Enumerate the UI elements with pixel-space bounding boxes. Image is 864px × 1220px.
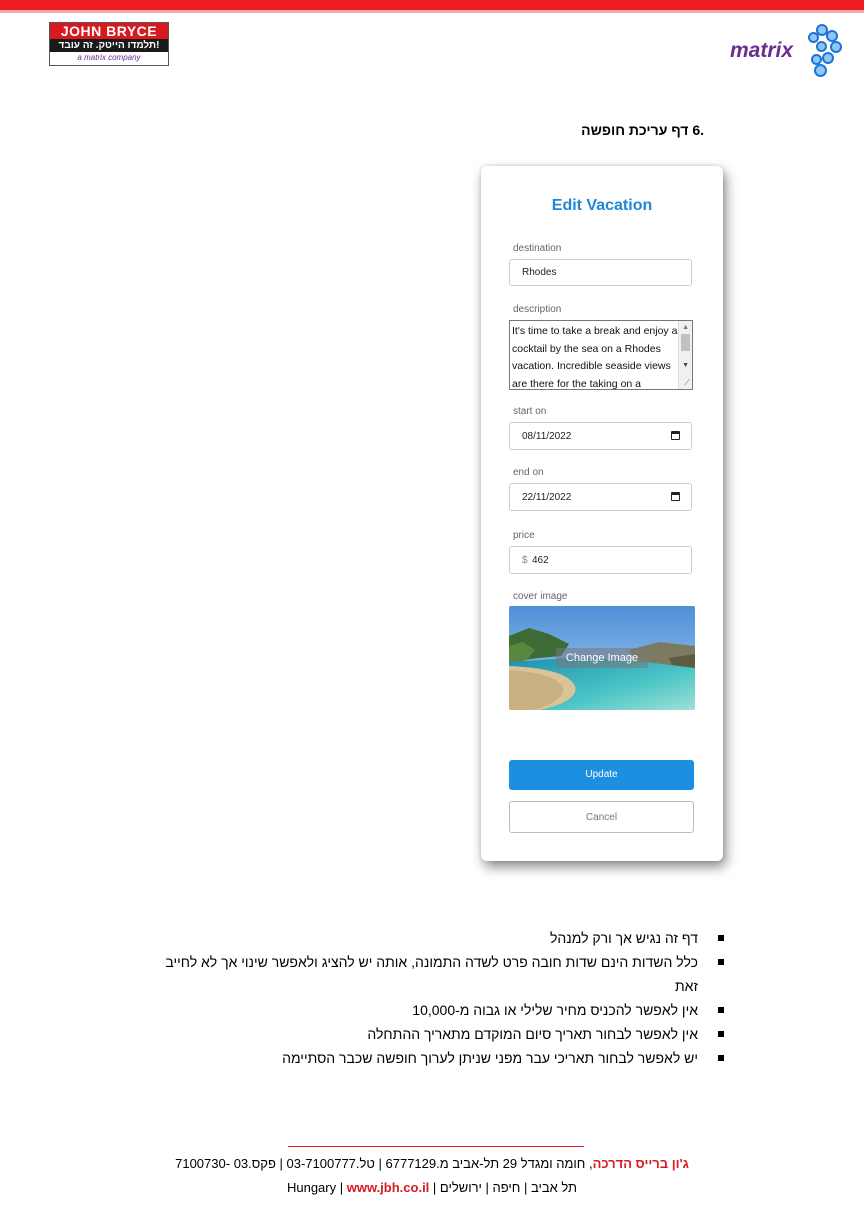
destination-input[interactable]: Rhodes [509,259,692,286]
footer-company: ג'ון ברייס הדרכה [592,1156,689,1171]
end-on-input[interactable]: 22/11/2022 [509,483,692,511]
scroll-up-icon[interactable]: ▲ [682,324,689,331]
list-item-text: אין לאפשר לבחור תאריך סיום המוקדם מתאריך… [367,1026,698,1042]
destination-label: destination [513,243,562,254]
resize-grip-icon[interactable]: ⟋ [684,378,690,388]
bullet-square-icon [718,959,724,965]
section-heading: .6 דף עריכת חופשה [581,122,704,138]
footer-divider [288,1146,584,1147]
list-item: יש לאפשר לבחור תאריכי עבר מפני שניתן לער… [146,1046,726,1070]
bullet-square-icon [718,935,724,941]
description-label: description [513,304,562,315]
logo-dot [816,41,827,52]
footer-cities-line: תל אביב | חיפה | ירושלים | Hungary | www… [0,1180,864,1195]
logo-dot [822,52,834,64]
description-value: It's time to take a break and enjoy a co… [512,325,678,390]
edit-vacation-screenshot: Edit Vacation destination Rhodes descrip… [481,166,723,861]
destination-value: Rhodes [522,267,557,278]
bullet-square-icon [718,1031,724,1037]
list-item-text: דף זה נגיש אך ורק למנהל [550,930,698,946]
start-on-input[interactable]: 08/11/2022 [509,422,692,450]
footer-website-link[interactable]: www.jbh.co.il [347,1180,430,1195]
footer-contact-line: ג'ון ברייס הדרכה, חומה ומגדל 29 תל-אביב … [0,1156,864,1171]
jb-logo-company: a matrix company [77,53,141,62]
logo-dot [830,41,842,53]
matrix-logo: matrix [728,24,842,77]
top-red-bar [0,0,864,10]
end-on-value: 22/11/2022 [522,492,572,503]
cover-image-label: cover image [513,591,568,602]
matrix-logo-text: matrix [730,39,794,62]
list-item: אין לאפשר לבחור תאריך סיום המוקדם מתאריך… [146,1022,726,1046]
list-item: אין לאפשר להכניס מחיר שלילי או גבוה מ-10… [146,998,726,1022]
scroll-thumb[interactable] [681,334,690,351]
footer-address: , חומה ומגדל 29 תל-אביב מ.6777129 [385,1156,593,1171]
footer-phone: | טל.03-7100777 | [275,1156,386,1171]
change-image-button[interactable]: Change Image [556,648,648,668]
jb-logo-tagline: תלמדו הייטק. זה עובד! [50,39,168,52]
price-input[interactable]: $ 462 [509,546,692,574]
list-item: כלל השדות הינם שדות חובה פרט לשדה התמונה… [146,950,726,998]
start-on-value: 08/11/2022 [522,431,572,442]
requirements-list: דף זה נגיש אך ורק למנהל כלל השדות הינם ש… [146,926,726,1070]
top-pink-bar [0,10,864,13]
footer-cities: תל אביב | חיפה | ירושלים | Hungary | [286,1180,578,1195]
description-textarea[interactable]: It's time to take a break and enjoy a co… [509,320,693,390]
bullet-square-icon [718,1007,724,1013]
calendar-icon[interactable] [671,431,680,440]
footer-fax: פקס.03 -7100730 [175,1156,276,1171]
end-on-label: end on [513,467,544,478]
cancel-button[interactable]: Cancel [509,801,694,833]
list-item: דף זה נגיש אך ורק למנהל [146,926,726,950]
list-item-text: כלל השדות הינם שדות חובה פרט לשדה התמונה… [165,954,698,994]
scroll-down-icon[interactable]: ▼ [682,362,689,369]
logo-dot [814,64,827,77]
cover-image: Change Image [509,606,695,710]
list-item-text: יש לאפשר לבחור תאריכי עבר מפני שניתן לער… [282,1050,698,1066]
start-on-label: start on [513,406,547,417]
calendar-icon[interactable] [671,492,680,501]
bullet-square-icon [718,1055,724,1061]
update-button[interactable]: Update [509,760,694,790]
john-bryce-logo: JOHN BRYCE תלמדו הייטק. זה עובד! a matri… [49,22,169,66]
price-label: price [513,530,535,541]
form-title: Edit Vacation [551,197,653,214]
price-value: 462 [532,555,549,566]
jb-logo-title: JOHN BRYCE [50,23,168,39]
list-item-text: אין לאפשר להכניס מחיר שלילי או גבוה מ-10… [412,1002,698,1018]
currency-symbol: $ [522,555,528,566]
